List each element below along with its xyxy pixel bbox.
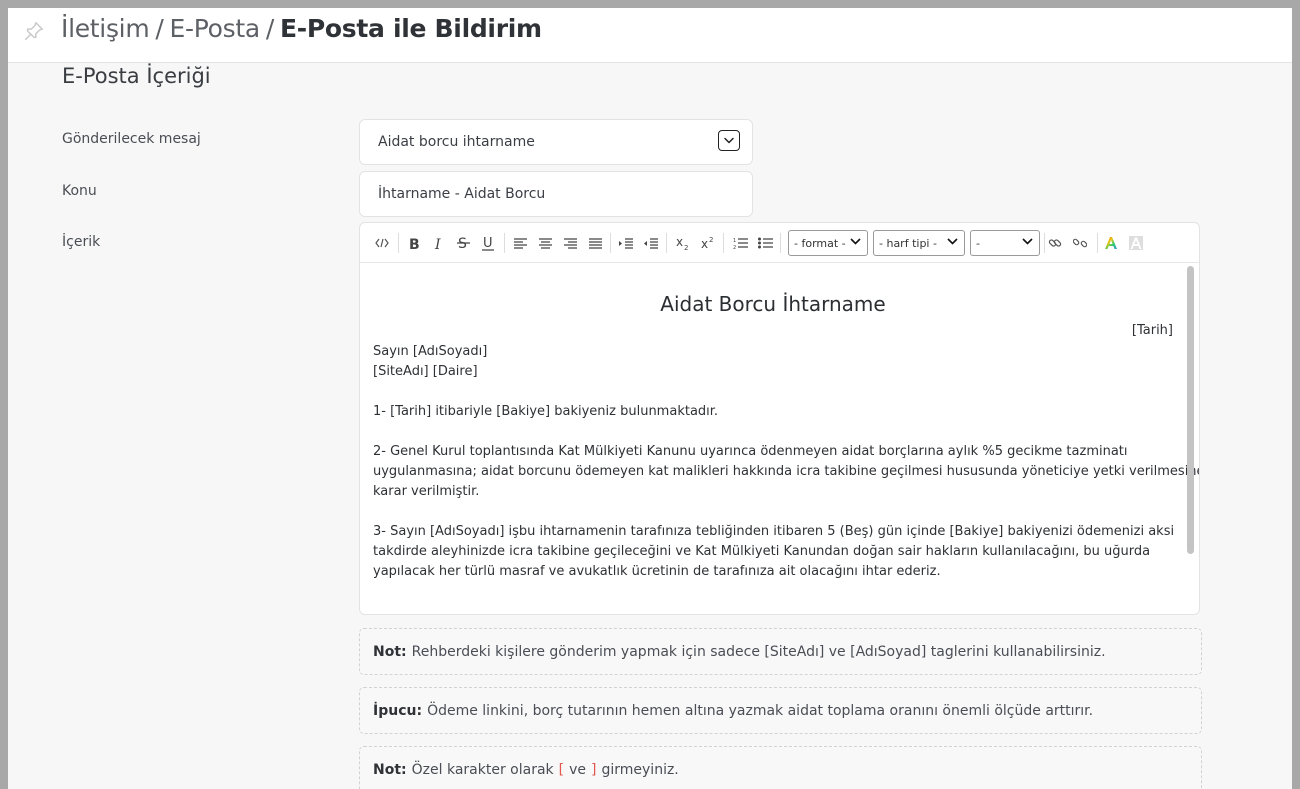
breadcrumb-separator: / — [155, 14, 164, 43]
bracket-open: [ — [558, 761, 565, 778]
unlink-icon[interactable] — [1071, 233, 1089, 253]
source-code-icon[interactable] — [373, 233, 391, 253]
subscript-icon[interactable]: x2 — [674, 233, 692, 253]
italic-icon[interactable]: I — [430, 233, 448, 253]
document-title: Aidat Borcu İhtarname — [660, 292, 886, 316]
document-date: [Tarih] — [1131, 323, 1173, 338]
breadcrumb-item-eposta[interactable]: E-Posta — [170, 14, 261, 43]
background-color-icon[interactable] — [1127, 233, 1145, 253]
svg-text:x: x — [676, 236, 683, 249]
editor-toolbar: B I S U x 2 x 2 1 2 - format - - harf ti… — [360, 223, 1199, 263]
chevron-down-icon — [947, 238, 958, 245]
section-title: E-Posta İçeriği — [62, 64, 211, 88]
svg-text:2: 2 — [684, 244, 688, 250]
editor-scrollbar[interactable] — [1187, 266, 1194, 554]
document-line: Sayın [AdıSoyadı] — [373, 344, 488, 359]
tip-text: Ödeme linkini, borç tutarının hemen altı… — [427, 702, 1094, 719]
message-select[interactable]: Aidat borcu ihtarname — [359, 119, 753, 165]
svg-text:I: I — [434, 237, 441, 250]
document-line: karar verilmiştir. — [373, 484, 480, 499]
font-select-value: - harf tipi - — [879, 236, 937, 250]
svg-text:x: x — [701, 237, 708, 250]
breadcrumb-separator: / — [265, 14, 274, 43]
document-line: [SiteAdı] [Daire] — [373, 364, 478, 379]
document-line: 2- Genel Kurul toplantısında Kat Mülkiye… — [373, 444, 1128, 459]
superscript-icon[interactable]: x2 — [699, 233, 717, 253]
content-label: İçerik — [62, 234, 101, 250]
note-text: girmeyiniz. — [601, 761, 679, 778]
toolbar-divider — [1044, 233, 1045, 253]
note-box-special-chars: Not: Özel karakter olarak [ ve ] girmeyi… — [359, 746, 1202, 789]
toolbar-divider — [723, 233, 724, 253]
toolbar-divider — [780, 233, 781, 253]
svg-text:2: 2 — [733, 245, 736, 249]
chevron-down-icon[interactable] — [718, 130, 740, 151]
align-right-icon[interactable] — [561, 233, 579, 253]
toolbar-divider — [610, 233, 611, 253]
document-line: 1- [Tarih] itibariyle [Bakiye] bakiyeniz… — [373, 404, 719, 419]
rich-text-editor: B I S U x 2 x 2 1 2 - format - - harf ti… — [359, 222, 1200, 615]
svg-text:2: 2 — [709, 236, 713, 244]
page-title: E-Posta ile Bildirim — [279, 14, 542, 43]
format-select-value: - format - — [794, 236, 846, 250]
note-text: ve — [569, 761, 587, 778]
align-center-icon[interactable] — [536, 233, 554, 253]
underline-icon[interactable]: U — [479, 233, 497, 253]
bold-icon[interactable]: B — [405, 233, 423, 253]
align-left-icon[interactable] — [511, 233, 529, 253]
toolbar-divider — [1097, 233, 1098, 253]
bracket-close: ] — [591, 761, 597, 778]
font-select[interactable]: - harf tipi - — [873, 230, 965, 256]
svg-text:U: U — [483, 236, 493, 251]
document-line: yapılacak her türlü masraf ve avukatlık … — [373, 564, 941, 579]
svg-text:B: B — [409, 237, 420, 250]
pin-icon[interactable] — [23, 20, 45, 42]
tip-box: İpucu: Ödeme linkini, borç tutarının hem… — [359, 687, 1202, 734]
subject-input-value: İhtarname - Aidat Borcu — [378, 186, 546, 202]
outdent-icon[interactable] — [617, 233, 635, 253]
toolbar-divider — [666, 233, 667, 253]
app-frame: İletişim / E-Posta / E-Posta ile Bildirim E-… — [8, 8, 1292, 789]
chevron-down-icon — [850, 238, 861, 245]
message-label: Gönderilecek mesaj — [62, 131, 201, 147]
toolbar-divider — [504, 233, 505, 253]
strikethrough-icon[interactable]: S — [454, 233, 472, 253]
note-text: Özel karakter olarak — [411, 761, 554, 778]
document-line: takdirde aleyhinizde icra takibine geçil… — [373, 544, 1151, 559]
tip-label: İpucu: — [373, 702, 423, 719]
message-select-value: Aidat borcu ihtarname — [378, 134, 535, 150]
size-select-value: - — [976, 236, 980, 250]
header-bar: İletişim / E-Posta / E-Posta ile Bildirim — [8, 8, 1292, 63]
svg-text:1: 1 — [733, 238, 736, 244]
note-label: Not: — [373, 761, 407, 778]
document-line: uygulanmasına; aidat borcunu ödemeyen ka… — [373, 464, 1200, 479]
note-label: Not: — [373, 643, 407, 660]
breadcrumb: İletişim / E-Posta / E-Posta ile Bildirim — [61, 14, 542, 43]
font-color-icon[interactable] — [1102, 233, 1120, 253]
document-line: 3- Sayın [AdıSoyadı] işbu ihtarnamenin t… — [373, 524, 1175, 539]
ordered-list-icon[interactable]: 12 — [731, 233, 749, 253]
subject-input[interactable]: İhtarname - Aidat Borcu — [359, 171, 753, 217]
note-text: Rehberdeki kişilere gönderim yapmak için… — [411, 643, 1106, 660]
size-select[interactable]: - — [970, 230, 1040, 256]
breadcrumb-item-iletisim[interactable]: İletişim — [61, 14, 150, 43]
justify-icon[interactable] — [586, 233, 604, 253]
indent-icon[interactable] — [642, 233, 660, 253]
format-select[interactable]: - format - — [788, 230, 868, 256]
subject-label: Konu — [62, 183, 97, 199]
note-box: Not: Rehberdeki kişilere gönderim yapmak… — [359, 628, 1202, 675]
toolbar-divider — [398, 233, 399, 253]
chevron-down-icon — [1022, 238, 1033, 245]
link-icon[interactable] — [1046, 233, 1064, 253]
unordered-list-icon[interactable] — [756, 233, 774, 253]
